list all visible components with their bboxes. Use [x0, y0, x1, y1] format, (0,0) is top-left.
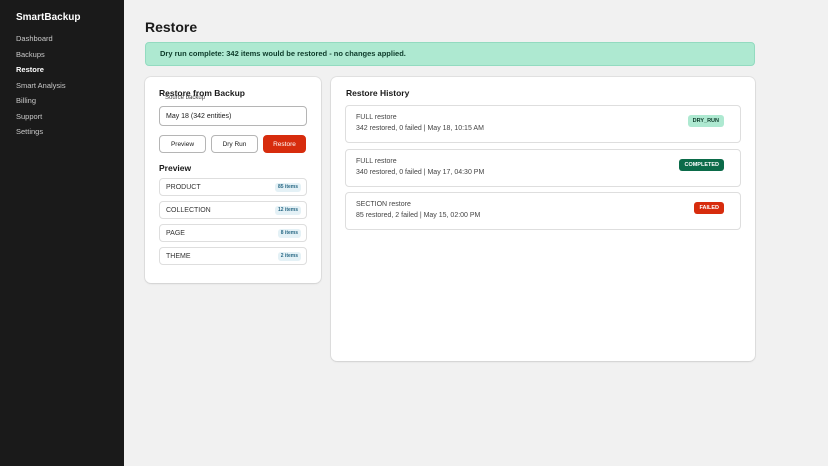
page-title: Restore	[145, 19, 198, 35]
preview-row-theme: THEME 2 items	[159, 247, 307, 265]
preview-row-product: PRODUCT 85 items	[159, 178, 307, 196]
restore-button[interactable]: Restore	[263, 135, 306, 153]
restore-form-card: Restore from Backup Source backup May 18…	[145, 77, 321, 283]
history-item[interactable]: SECTION restore 85 restored, 2 failed | …	[345, 192, 741, 230]
history-item-details: 85 restored, 2 failed | May 15, 02:00 PM	[356, 212, 481, 219]
history-item-details: 340 restored, 0 failed | May 17, 04:30 P…	[356, 169, 485, 176]
status-badge: COMPLETED	[679, 159, 724, 171]
history-item-details: 342 restored, 0 failed | May 18, 10:15 A…	[356, 125, 484, 132]
sidebar-item-smart-analysis[interactable]: Smart Analysis	[16, 81, 66, 97]
status-badge: DRY_RUN	[687, 115, 724, 127]
preview-row-label: THEME	[166, 253, 191, 260]
preview-button[interactable]: Preview	[159, 135, 206, 153]
sidebar-item-settings[interactable]: Settings	[16, 127, 66, 143]
sidebar-nav: Dashboard Backups Restore Smart Analysis…	[16, 34, 66, 143]
sidebar-item-billing[interactable]: Billing	[16, 96, 66, 112]
item-count-badge: 85 items	[274, 183, 301, 192]
sidebar-item-backups[interactable]: Backups	[16, 50, 66, 66]
app-brand: SmartBackup	[16, 12, 81, 23]
preview-row-page: PAGE 8 items	[159, 224, 307, 242]
preview-row-label: PRODUCT	[166, 184, 201, 191]
dry-run-button[interactable]: Dry Run	[211, 135, 258, 153]
dry-run-banner: Dry run complete: 342 items would be res…	[145, 42, 755, 66]
restore-history-card: Restore History FULL restore 342 restore…	[331, 77, 755, 361]
sidebar-item-support[interactable]: Support	[16, 112, 66, 128]
item-count-badge: 2 items	[277, 252, 301, 261]
source-backup-label: Source backup	[165, 95, 206, 101]
restore-history-title: Restore History	[346, 88, 410, 98]
source-backup-select[interactable]: May 18 (342 entities)	[159, 106, 307, 126]
history-item[interactable]: FULL restore 342 restored, 0 failed | Ma…	[345, 105, 741, 143]
history-item-type: FULL restore	[356, 114, 397, 121]
sidebar: SmartBackup Dashboard Backups Restore Sm…	[0, 0, 124, 466]
history-item-type: SECTION restore	[356, 201, 411, 208]
preview-row-label: COLLECTION	[166, 207, 211, 214]
preview-title: Preview	[159, 163, 192, 173]
history-item-type: FULL restore	[356, 158, 397, 165]
preview-row-label: PAGE	[166, 230, 185, 237]
preview-row-collection: COLLECTION 12 items	[159, 201, 307, 219]
sidebar-item-restore[interactable]: Restore	[16, 65, 66, 81]
sidebar-item-dashboard[interactable]: Dashboard	[16, 34, 66, 50]
status-badge: FAILED	[694, 202, 724, 214]
history-item[interactable]: FULL restore 340 restored, 0 failed | Ma…	[345, 149, 741, 187]
item-count-badge: 12 items	[274, 206, 301, 215]
item-count-badge: 8 items	[277, 229, 301, 238]
